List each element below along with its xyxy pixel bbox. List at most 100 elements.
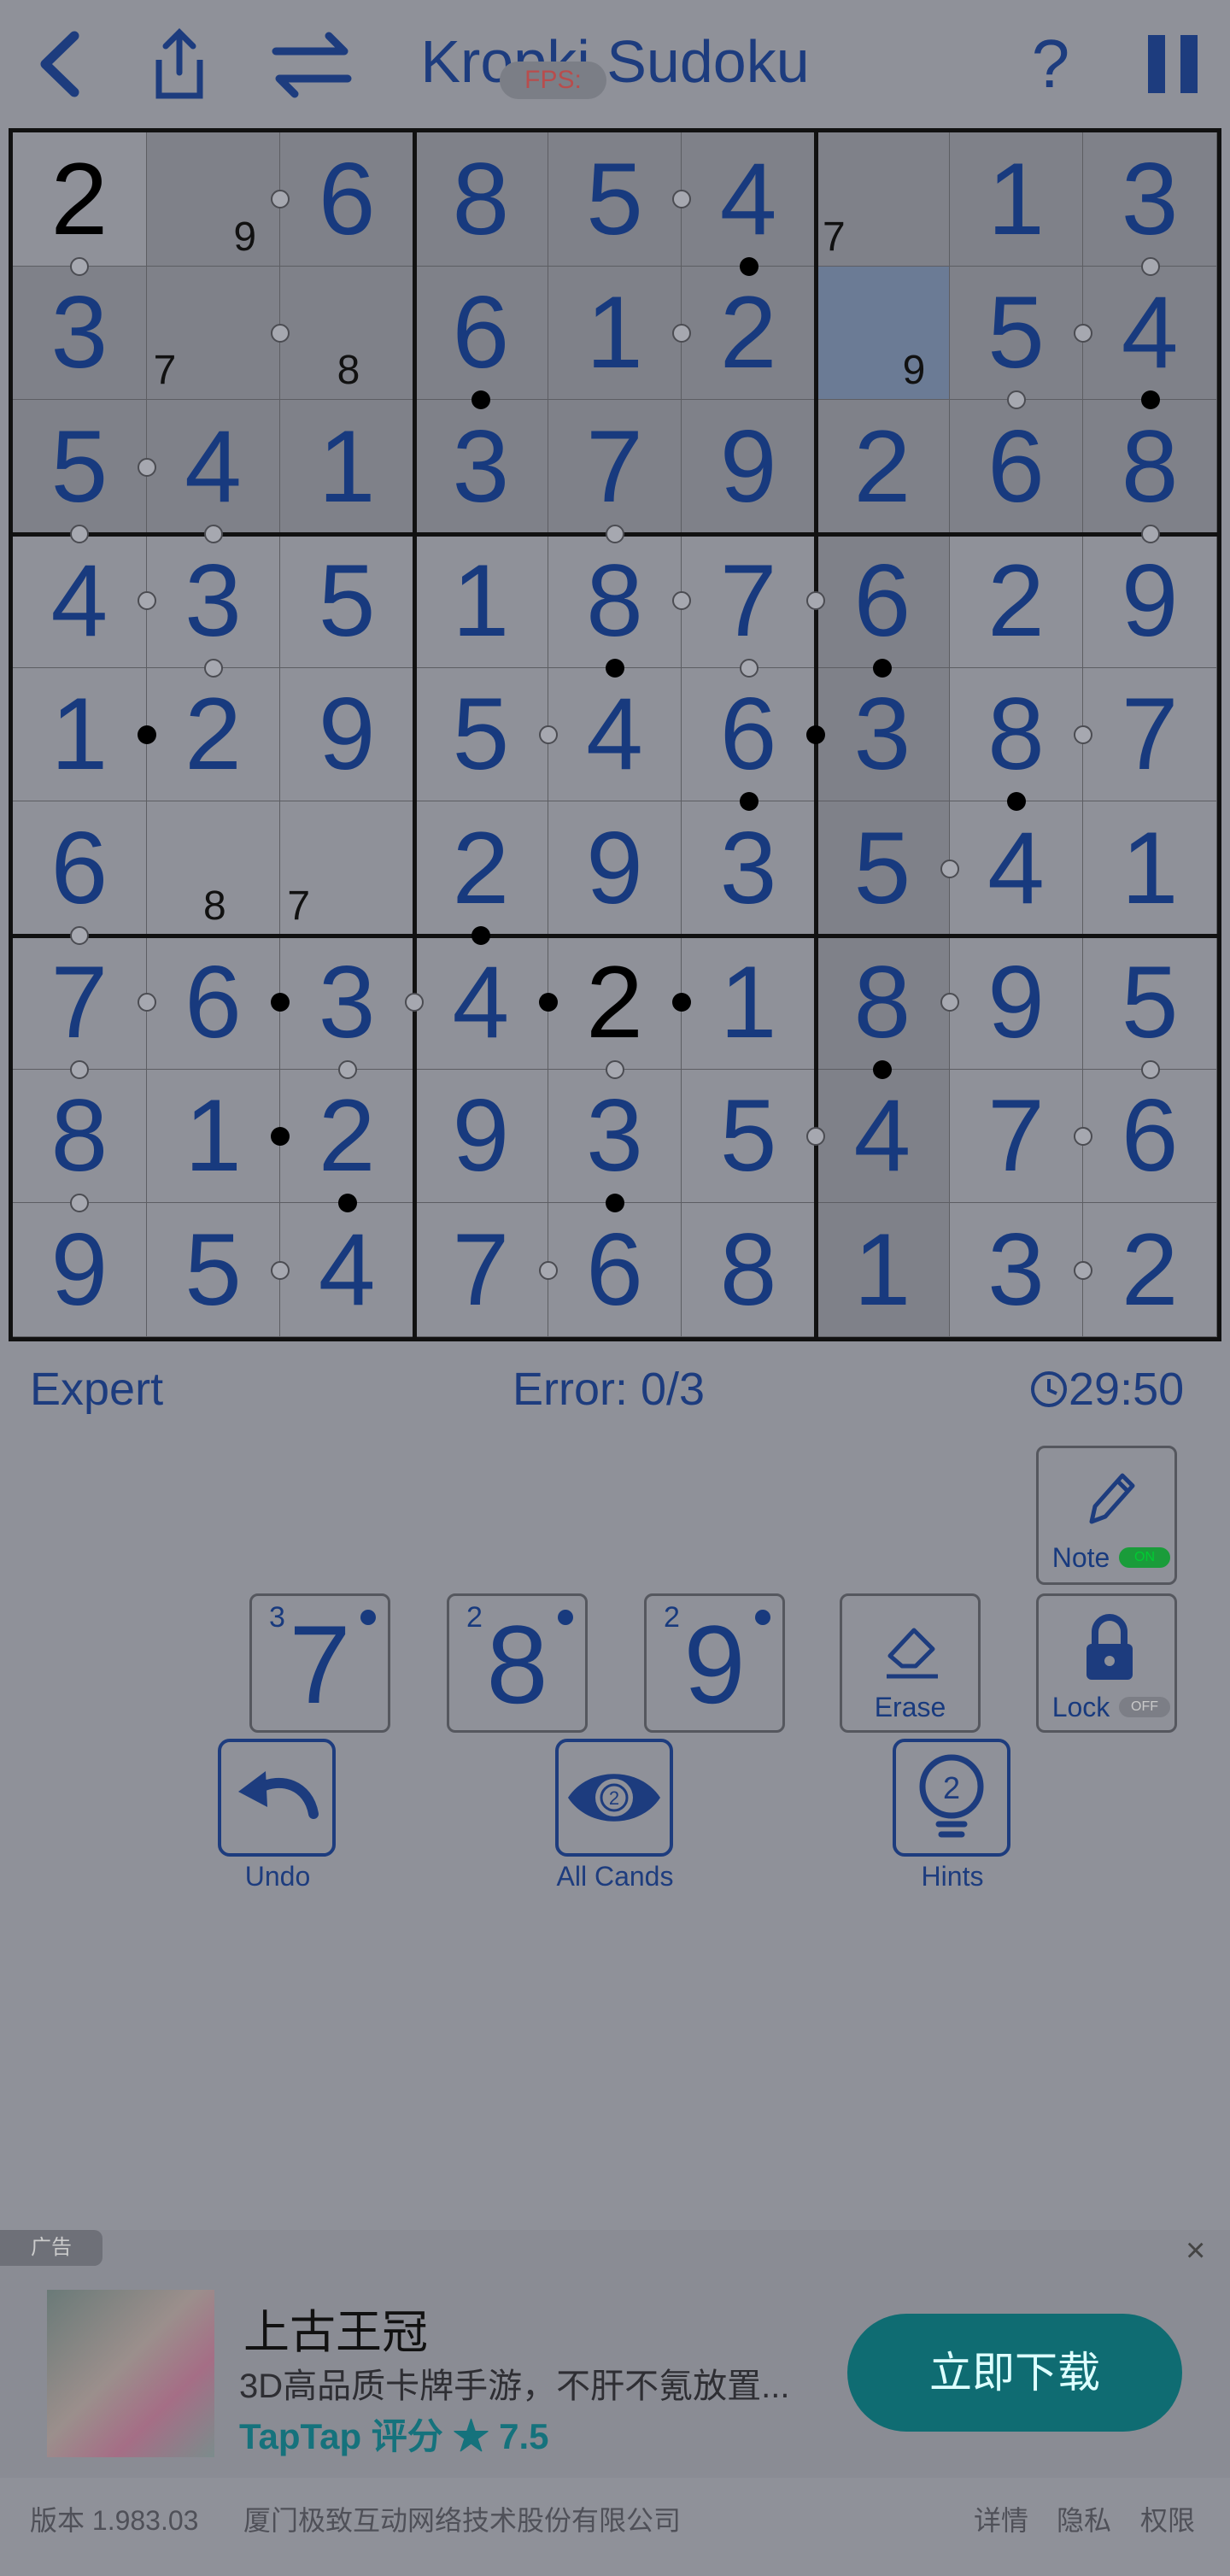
cell-r4c7[interactable]: 6	[816, 534, 950, 668]
cell-r7c3[interactable]: 3	[280, 936, 414, 1070]
cell-r9c6[interactable]: 8	[682, 1203, 816, 1337]
cell-r9c1[interactable]: 9	[13, 1203, 147, 1337]
lock-toggle[interactable]: OFF	[1119, 1697, 1170, 1717]
cell-r8c4[interactable]: 9	[414, 1069, 548, 1204]
cell-r4c6[interactable]: 7	[682, 534, 816, 668]
cell-r2c6[interactable]: 2	[682, 266, 816, 401]
cell-r2c7[interactable]: 9	[816, 266, 950, 401]
permissions-link[interactable]: 权限	[1140, 2499, 1195, 2538]
cell-r9c3[interactable]: 4	[280, 1203, 414, 1337]
cell-r5c6[interactable]: 6	[682, 667, 816, 802]
cell-r8c7[interactable]: 4	[816, 1069, 950, 1204]
cell-r5c1[interactable]: 1	[13, 667, 147, 802]
cell-r3c8[interactable]: 6	[949, 400, 1084, 534]
cell-r6c6[interactable]: 3	[682, 801, 816, 936]
cell-r5c4[interactable]: 5	[414, 667, 548, 802]
cell-r5c8[interactable]: 8	[949, 667, 1084, 802]
cell-r5c3[interactable]: 9	[280, 667, 414, 802]
cell-r5c9[interactable]: 7	[1083, 667, 1217, 802]
cell-r7c8[interactable]: 9	[949, 936, 1084, 1070]
cell-r5c7[interactable]: 3	[816, 667, 950, 802]
cell-r6c4[interactable]: 2	[414, 801, 548, 936]
number-button-9[interactable]: 92	[644, 1593, 785, 1733]
cell-r6c3[interactable]: 7	[280, 801, 414, 936]
ad-title[interactable]: 上古王冠	[243, 2294, 428, 2362]
cell-r7c7[interactable]: 8	[816, 936, 950, 1070]
cell-r5c5[interactable]: 4	[548, 667, 682, 802]
cell-r7c9[interactable]: 5	[1083, 936, 1217, 1070]
cell-r1c7[interactable]: 7	[816, 132, 950, 267]
swap-icon[interactable]	[265, 17, 359, 111]
cell-r5c2[interactable]: 2	[146, 667, 281, 802]
cell-r9c9[interactable]: 2	[1083, 1203, 1217, 1337]
cell-r1c8[interactable]: 1	[949, 132, 1084, 267]
undo-button[interactable]	[218, 1739, 336, 1857]
back-icon[interactable]	[13, 17, 107, 111]
cell-r6c8[interactable]: 4	[949, 801, 1084, 936]
share-icon[interactable]	[132, 17, 226, 111]
cell-r2c3[interactable]: 8	[280, 266, 414, 401]
cell-r2c5[interactable]: 1	[548, 266, 682, 401]
cell-r4c5[interactable]: 8	[548, 534, 682, 668]
lock-button[interactable]: Lock OFF	[1036, 1593, 1177, 1733]
cell-r3c7[interactable]: 2	[816, 400, 950, 534]
cell-r1c5[interactable]: 5	[548, 132, 682, 267]
cell-r1c9[interactable]: 3	[1083, 132, 1217, 267]
cell-r8c6[interactable]: 5	[682, 1069, 816, 1204]
cell-r8c5[interactable]: 3	[548, 1069, 682, 1204]
ad-image[interactable]	[47, 2290, 214, 2457]
cell-r3c6[interactable]: 9	[682, 400, 816, 534]
hints-button[interactable]: 2	[893, 1739, 1010, 1857]
cell-r6c9[interactable]: 1	[1083, 801, 1217, 936]
ad-banner[interactable]: 广告 上古王冠 3D高品质卡牌手游，不肝不氪放置... TapTap 评分 ★ …	[0, 2230, 1230, 2478]
cell-r4c8[interactable]: 2	[949, 534, 1084, 668]
cell-r9c7[interactable]: 1	[816, 1203, 950, 1337]
cell-r3c2[interactable]: 4	[146, 400, 281, 534]
all-cands-button[interactable]: 2	[555, 1739, 673, 1857]
note-button[interactable]: Note ON	[1036, 1446, 1177, 1585]
cell-r4c3[interactable]: 5	[280, 534, 414, 668]
cell-r2c9[interactable]: 4	[1083, 266, 1217, 401]
cell-r3c4[interactable]: 3	[414, 400, 548, 534]
cell-r1c1[interactable]: 2	[13, 132, 147, 267]
cell-r3c1[interactable]: 5	[13, 400, 147, 534]
cell-r2c8[interactable]: 5	[949, 266, 1084, 401]
cell-r7c4[interactable]: 4	[414, 936, 548, 1070]
ad-close-icon[interactable]: ×	[1186, 2232, 1205, 2270]
details-link[interactable]: 详情	[974, 2499, 1028, 2538]
cell-r8c9[interactable]: 6	[1083, 1069, 1217, 1204]
privacy-link[interactable]: 隐私	[1057, 2499, 1111, 2538]
cell-r9c2[interactable]: 5	[146, 1203, 281, 1337]
cell-r9c8[interactable]: 3	[949, 1203, 1084, 1337]
number-button-7[interactable]: 73	[249, 1593, 390, 1733]
cell-r3c5[interactable]: 7	[548, 400, 682, 534]
erase-button[interactable]: Erase	[840, 1593, 981, 1733]
cell-r1c4[interactable]: 8	[414, 132, 548, 267]
cell-r4c4[interactable]: 1	[414, 534, 548, 668]
cell-r4c2[interactable]: 3	[146, 534, 281, 668]
cell-r6c2[interactable]: 8	[146, 801, 281, 936]
cell-r2c4[interactable]: 6	[414, 266, 548, 401]
cell-r4c1[interactable]: 4	[13, 534, 147, 668]
cell-r1c2[interactable]: 9	[146, 132, 281, 267]
cell-r1c3[interactable]: 6	[280, 132, 414, 267]
cell-r8c3[interactable]: 2	[280, 1069, 414, 1204]
cell-r8c8[interactable]: 7	[949, 1069, 1084, 1204]
cell-r4c9[interactable]: 9	[1083, 534, 1217, 668]
cell-r2c1[interactable]: 3	[13, 266, 147, 401]
cell-r7c1[interactable]: 7	[13, 936, 147, 1070]
cell-r7c6[interactable]: 1	[682, 936, 816, 1070]
cell-r9c5[interactable]: 6	[548, 1203, 682, 1337]
cell-r6c5[interactable]: 9	[548, 801, 682, 936]
cell-r9c4[interactable]: 7	[414, 1203, 548, 1337]
cell-r7c5[interactable]: 2	[548, 936, 682, 1070]
number-button-8[interactable]: 82	[447, 1593, 588, 1733]
cell-r7c2[interactable]: 6	[146, 936, 281, 1070]
cell-r1c6[interactable]: 4	[682, 132, 816, 267]
cell-r6c7[interactable]: 5	[816, 801, 950, 936]
pause-icon[interactable]	[1126, 17, 1220, 111]
cell-r2c2[interactable]: 7	[146, 266, 281, 401]
cell-r6c1[interactable]: 6	[13, 801, 147, 936]
ad-download-button[interactable]: 立即下载	[847, 2314, 1182, 2432]
note-toggle[interactable]: ON	[1119, 1547, 1170, 1568]
